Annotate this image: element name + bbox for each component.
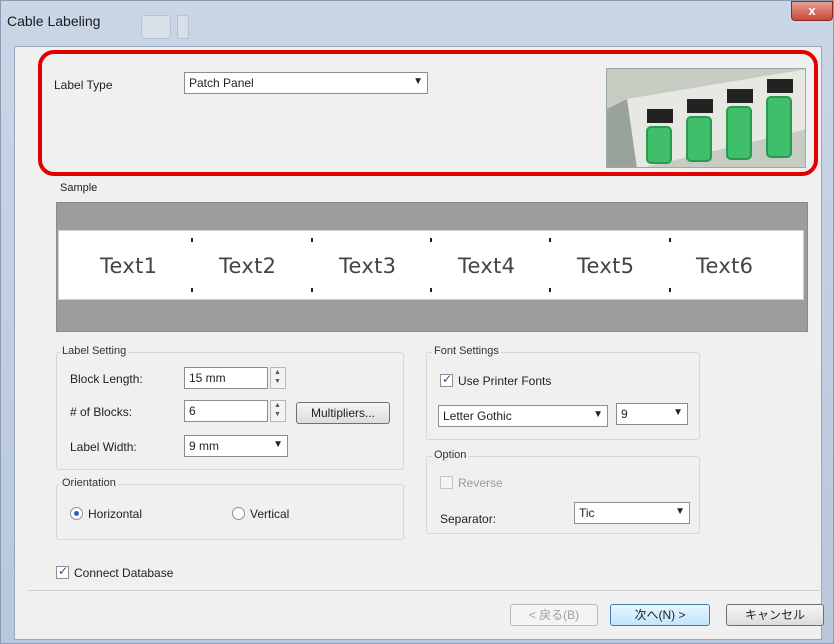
- label-width-dropdown[interactable]: 9 mm ▼: [184, 435, 288, 457]
- font-name-value: Letter Gothic: [443, 409, 512, 423]
- chevron-down-icon: ▼: [673, 407, 683, 418]
- separator-tick: [669, 238, 671, 242]
- num-blocks-spinner[interactable]: ▲ ▼: [270, 400, 286, 422]
- patch-panel-preview-image: [606, 68, 806, 168]
- titlebar-ghost-button: [141, 15, 171, 39]
- close-icon: x: [808, 3, 816, 18]
- orientation-horizontal-radio[interactable]: [70, 507, 83, 520]
- spin-down-icon: ▼: [274, 378, 281, 385]
- separator-tick: [430, 288, 432, 292]
- label-type-value: Patch Panel: [189, 76, 254, 90]
- separator-tick: [430, 238, 432, 242]
- separator-value: Tic: [579, 506, 595, 520]
- orientation-vertical-radio[interactable]: [232, 507, 245, 520]
- label-width-label: Label Width:: [70, 440, 137, 454]
- sample-block-text: Text3: [339, 254, 397, 278]
- block-length-spinner[interactable]: ▲ ▼: [270, 367, 286, 389]
- next-button[interactable]: 次へ(N) >: [610, 604, 710, 626]
- font-settings-group-label: Font Settings: [432, 345, 501, 357]
- spin-up-icon: ▲: [274, 369, 281, 376]
- label-width-value: 9 mm: [189, 439, 219, 453]
- font-size-dropdown[interactable]: 9 ▼: [616, 403, 688, 425]
- separator-tick: [549, 238, 551, 242]
- chevron-down-icon: ▼: [675, 506, 685, 517]
- multipliers-button[interactable]: Multipliers...: [296, 402, 390, 424]
- separator-label: Separator:: [440, 512, 497, 526]
- connect-database-label[interactable]: Connect Database: [74, 566, 173, 580]
- sample-block-text: Text4: [458, 254, 516, 278]
- window-title: Cable Labeling: [7, 13, 101, 29]
- reverse-checkbox[interactable]: [440, 476, 453, 489]
- block-length-label: Block Length:: [70, 372, 143, 386]
- titlebar-ghost-button: [177, 15, 189, 39]
- spin-up-icon: ▲: [274, 402, 281, 409]
- num-blocks-input[interactable]: 6: [184, 400, 268, 422]
- patch-panel-illustration: [607, 69, 805, 167]
- orientation-horizontal-label[interactable]: Horizontal: [88, 507, 142, 521]
- num-blocks-label: # of Blocks:: [70, 405, 133, 419]
- sample-block-text: Text6: [696, 254, 754, 278]
- separator-dropdown[interactable]: Tic ▼: [574, 502, 690, 524]
- separator-tick: [311, 288, 313, 292]
- separator-tick: [549, 288, 551, 292]
- reverse-label[interactable]: Reverse: [458, 476, 503, 490]
- cancel-button[interactable]: キャンセル: [726, 604, 824, 626]
- num-blocks-value: 6: [189, 404, 196, 418]
- spin-down-icon: ▼: [274, 411, 281, 418]
- use-printer-fonts-label[interactable]: Use Printer Fonts: [458, 374, 551, 388]
- chevron-down-icon: ▼: [413, 76, 423, 87]
- block-length-input[interactable]: 15 mm: [184, 367, 268, 389]
- chevron-down-icon: ▼: [593, 409, 603, 420]
- separator-tick: [191, 288, 193, 292]
- label-setting-group-label: Label Setting: [60, 345, 129, 357]
- close-button[interactable]: x: [791, 1, 833, 21]
- sample-block-text: Text2: [219, 254, 277, 278]
- label-type-label: Label Type: [54, 78, 113, 92]
- title-bar[interactable]: Cable Labeling x: [1, 1, 834, 49]
- separator-tick: [191, 238, 193, 242]
- label-type-dropdown[interactable]: Patch Panel ▼: [184, 72, 428, 94]
- connect-database-checkbox[interactable]: [56, 564, 69, 579]
- block-length-value: 15 mm: [189, 371, 226, 385]
- option-group-label: Option: [432, 449, 469, 461]
- sample-block-text: Text1: [100, 254, 158, 278]
- back-button[interactable]: < 戻る(B): [510, 604, 598, 626]
- sample-block-text: Text5: [577, 254, 635, 278]
- use-printer-fonts-checkbox[interactable]: [440, 372, 453, 387]
- orientation-group-label: Orientation: [60, 477, 118, 489]
- sample-label: Sample: [60, 182, 98, 194]
- font-size-value: 9: [621, 407, 628, 421]
- separator-tick: [311, 238, 313, 242]
- font-name-dropdown[interactable]: Letter Gothic ▼: [438, 405, 608, 427]
- footer-divider: [28, 590, 822, 591]
- separator-tick: [669, 288, 671, 292]
- orientation-vertical-label[interactable]: Vertical: [250, 507, 289, 521]
- chevron-down-icon: ▼: [273, 439, 283, 450]
